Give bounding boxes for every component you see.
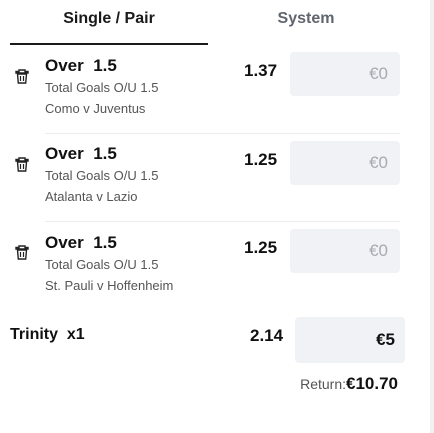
multiple-bet-label: Trinity x1 [10,326,85,343]
bet-row: Over 1.5 Total Goals O/U 1.5 Como v Juve… [0,46,434,134]
market-name: Total Goals O/U 1.5 [45,80,159,95]
stake-input[interactable]: €0 [290,141,400,185]
market-name: Total Goals O/U 1.5 [45,257,159,272]
event-name: Atalanta v Lazio [45,189,138,204]
return-label: Return: [300,376,346,392]
return-value: €10.70 [346,374,398,393]
stake-input[interactable]: €0 [290,229,400,273]
selection-name: Over 1.5 [45,144,117,163]
trash-icon[interactable] [14,244,30,260]
tab-single-pair[interactable]: Single / Pair [10,10,208,28]
odds-value: 1.37 [244,61,278,80]
trash-icon[interactable] [14,156,30,172]
selection-name: Over 1.5 [45,233,117,252]
event-name: St. Pauli v Hoffenheim [45,278,174,293]
trash-icon[interactable] [14,68,30,84]
active-tab-indicator [10,43,208,45]
odds-value: 1.25 [244,150,278,169]
tab-system[interactable]: System [250,10,362,28]
multiple-odds-value: 2.14 [250,326,284,345]
selection-name: Over 1.5 [45,56,117,75]
bet-type-tabs: Single / Pair System [0,0,434,46]
multiple-stake-input[interactable]: €5 [295,317,405,363]
stake-input[interactable]: €0 [290,52,400,96]
market-name: Total Goals O/U 1.5 [45,168,159,183]
bet-row: Over 1.5 Total Goals O/U 1.5 Atalanta v … [0,134,434,222]
event-name: Como v Juventus [45,101,146,116]
odds-value: 1.25 [244,238,278,257]
potential-return: Return:€10.70 [300,374,398,394]
bet-row: Over 1.5 Total Goals O/U 1.5 St. Pauli v… [0,222,434,310]
